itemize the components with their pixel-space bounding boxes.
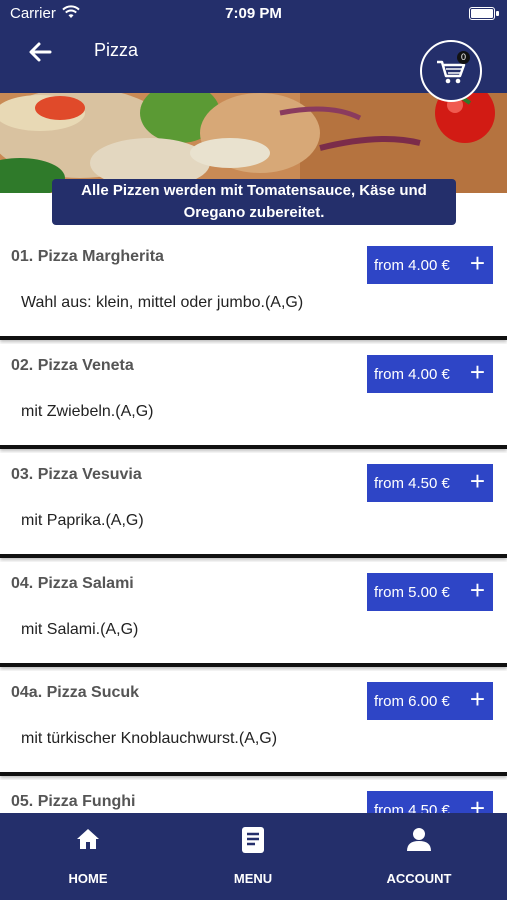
- price-label: from 4.50 €: [374, 801, 450, 814]
- category-banner-image: [0, 93, 507, 193]
- cart-button[interactable]: 0: [420, 40, 482, 102]
- item-description: mit türkischer Knoblauchwurst.(A,G): [21, 730, 278, 747]
- menu-item[interactable]: 04a. Pizza Sucuk mit türkischer Knoblauc…: [0, 671, 507, 776]
- item-description: mit Salami.(A,G): [21, 621, 139, 638]
- price-label: from 6.00 €: [374, 692, 450, 710]
- cart-count-badge: 0: [457, 51, 470, 64]
- item-description: mit Zwiebeln.(A,G): [21, 403, 154, 420]
- menu-document-icon: [242, 827, 264, 853]
- item-name: 04. Pizza Salami: [11, 575, 134, 592]
- menu-item-list: 01. Pizza Margherita Wahl aus: klein, mi…: [0, 235, 507, 813]
- item-description: Wahl aus: klein, mittel oder jumbo.(A,G): [21, 294, 304, 311]
- price-label: from 5.00 €: [374, 583, 450, 601]
- tab-home-label: HOME: [68, 871, 108, 886]
- menu-item[interactable]: 05. Pizza Funghi from 4.50 € +: [0, 780, 507, 813]
- home-icon: [77, 829, 99, 849]
- price-label: from 4.50 €: [374, 474, 450, 492]
- add-to-cart-button[interactable]: from 4.00 € +: [367, 246, 493, 284]
- item-name: 03. Pizza Vesuvia: [11, 466, 142, 483]
- plus-icon: +: [469, 357, 485, 387]
- plus-icon: +: [469, 466, 485, 496]
- bottom-tab-bar: HOME MENU ACCOUNT: [0, 813, 507, 900]
- tab-menu[interactable]: MENU: [203, 813, 303, 900]
- page-title: Pizza: [94, 40, 139, 60]
- add-to-cart-button[interactable]: from 4.00 € +: [367, 355, 493, 393]
- info-notice: Alle Pizzen werden mit Tomatensauce, Käs…: [52, 179, 456, 225]
- menu-item[interactable]: 04. Pizza Salami mit Salami.(A,G) from 5…: [0, 562, 507, 667]
- price-label: from 4.00 €: [374, 365, 450, 383]
- item-name: 04a. Pizza Sucuk: [11, 684, 140, 701]
- tab-account-label: ACCOUNT: [386, 871, 452, 886]
- add-to-cart-button[interactable]: from 4.50 € +: [367, 464, 493, 502]
- status-bar: Carrier 7:09 PM: [0, 0, 507, 28]
- add-to-cart-button[interactable]: from 4.50 € +: [367, 791, 493, 813]
- plus-icon: +: [469, 793, 485, 813]
- plus-icon: +: [469, 575, 485, 605]
- menu-item[interactable]: 01. Pizza Margherita Wahl aus: klein, mi…: [0, 235, 507, 340]
- menu-item[interactable]: 02. Pizza Veneta mit Zwiebeln.(A,G) from…: [0, 344, 507, 449]
- shopping-cart-icon: [437, 60, 466, 84]
- item-name: 05. Pizza Funghi: [11, 793, 136, 810]
- tab-menu-label: MENU: [233, 871, 273, 886]
- tab-account[interactable]: ACCOUNT: [369, 813, 469, 900]
- add-to-cart-button[interactable]: from 5.00 € +: [367, 573, 493, 611]
- plus-icon: +: [469, 248, 485, 278]
- back-arrow-icon[interactable]: [24, 36, 56, 68]
- plus-icon: +: [469, 684, 485, 714]
- clock: 7:09 PM: [225, 5, 282, 22]
- price-label: from 4.00 €: [374, 256, 450, 274]
- battery-icon: [469, 7, 499, 20]
- menu-item[interactable]: 03. Pizza Vesuvia mit Paprika.(A,G) from…: [0, 453, 507, 558]
- item-name: 02. Pizza Veneta: [11, 357, 134, 374]
- tab-home[interactable]: HOME: [38, 813, 138, 900]
- user-icon: [407, 828, 431, 851]
- item-description: mit Paprika.(A,G): [21, 512, 144, 529]
- item-name: 01. Pizza Margherita: [11, 248, 164, 265]
- add-to-cart-button[interactable]: from 6.00 € +: [367, 682, 493, 720]
